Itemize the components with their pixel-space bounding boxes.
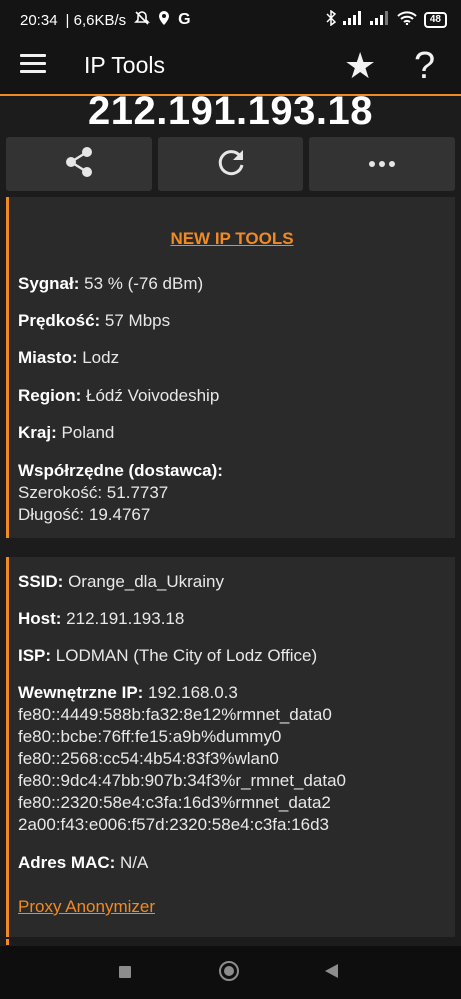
app-title: IP Tools: [84, 52, 165, 78]
city-value: Lodz: [77, 348, 120, 367]
signal-row: Sygnał: 53 % (-76 dBm): [18, 273, 203, 295]
country-label: Kraj:: [18, 423, 57, 442]
status-bar: 20:34 | 6,6KB/s G 48: [0, 0, 461, 38]
network-info-card: SSID: Orange_dla_Ukrainy Host: 212.191.1…: [6, 557, 455, 937]
region-label: Region:: [18, 386, 82, 405]
isp-label: ISP:: [18, 646, 52, 665]
signal-label: Sygnał:: [18, 274, 80, 293]
menu-icon[interactable]: [20, 54, 46, 78]
country-row: Kraj: Poland: [18, 422, 114, 444]
isp-value: LODMAN (The City of Lodz Office): [51, 646, 318, 665]
recents-icon[interactable]: [119, 966, 131, 978]
more-icon: [368, 155, 396, 173]
ssid-value: Orange_dla_Ukrainy: [63, 572, 224, 591]
speed-row: Prędkość: 57 Mbps: [18, 310, 170, 332]
network-speed: | 6,6KB/s: [65, 11, 127, 29]
google-icon: G: [178, 11, 191, 28]
share-icon: [64, 146, 94, 183]
clock: 20:34: [20, 11, 58, 29]
region-value: Łódź Voivodeship: [81, 386, 220, 405]
proxy-anonymizer-link[interactable]: Proxy Anonymizer: [18, 897, 155, 917]
internal-ip-label: Wewnętrzne IP:: [18, 683, 144, 702]
host-value: 212.191.193.18: [61, 609, 185, 628]
ipv6-address: 2a00:f43:e006:f57d:2320:58e4:c3fa:16d3: [18, 815, 330, 834]
coordinates-label: Współrzędne (dostawca):: [18, 460, 223, 482]
signal-value: 53 % (-76 dBm): [79, 274, 204, 293]
host-row: Host: 212.191.193.18: [18, 608, 184, 630]
mac-label: Adres MAC:: [18, 853, 116, 872]
mac-value: N/A: [115, 853, 149, 872]
home-icon[interactable]: [219, 961, 239, 981]
battery-icon: 48: [423, 12, 447, 28]
next-card-edge: [6, 939, 9, 945]
ssid-row: SSID: Orange_dla_Ukrainy: [18, 571, 224, 593]
city-label: Miasto:: [18, 348, 78, 367]
region-row: Region: Łódź Voivodeship: [18, 385, 219, 407]
ipv6-address: fe80::bcbe:76ff:fe15:a9b%dummy0: [18, 727, 282, 746]
help-icon[interactable]: ?: [414, 44, 435, 88]
public-ip-address: 212.191.193.18: [87, 89, 374, 133]
ipv6-address: fe80::2568:cc54:4b54:83f3%wlan0: [18, 749, 279, 768]
speed-label: Prędkość:: [18, 311, 101, 330]
app-bar: IP Tools ★ ?: [0, 38, 461, 96]
country-value: Poland: [56, 423, 115, 442]
signal-icon: [342, 11, 363, 29]
isp-row: ISP: LODMAN (The City of Lodz Office): [18, 645, 317, 667]
latitude-value: Szerokość: 51.7737: [18, 483, 169, 502]
internal-ip-row: Wewnętrzne IP: 192.168.0.3: [18, 682, 238, 704]
star-icon[interactable]: ★: [344, 46, 376, 86]
wifi-icon: [397, 11, 417, 29]
more-button[interactable]: [309, 137, 455, 191]
ipv6-address: fe80::4449:588b:fa32:8e12%rmnet_data0: [18, 705, 332, 724]
ipv6-address: fe80::9dc4:47bb:907b:34f3%r_rmnet_data0: [18, 771, 346, 790]
internal-ip-value: 192.168.0.3: [143, 683, 238, 702]
bluetooth-icon: [326, 9, 337, 30]
refresh-button[interactable]: [158, 137, 303, 191]
location-icon: [158, 10, 170, 30]
back-icon[interactable]: [325, 964, 338, 978]
speed-value: 57 Mbps: [100, 311, 171, 330]
refresh-icon: [216, 147, 246, 182]
mute-icon: [134, 10, 151, 30]
host-label: Host:: [18, 609, 62, 628]
ssid-label: SSID:: [18, 572, 64, 591]
longitude-value: Długość: 19.4767: [18, 505, 151, 524]
share-button[interactable]: [6, 137, 152, 191]
mac-row: Adres MAC: N/A: [18, 852, 148, 874]
signal-icon: [369, 11, 390, 29]
system-nav-bar: [0, 946, 461, 999]
city-row: Miasto: Lodz: [18, 347, 119, 369]
ipv6-address: fe80::2320:58e4:c3fa:16d3%rmnet_data2: [18, 793, 331, 812]
coordinates-heading: Współrzędne (dostawca):: [18, 461, 223, 480]
location-info-card: NEW IP TOOLS Sygnał: 53 % (-76 dBm) Pręd…: [6, 197, 455, 538]
new-ip-tools-link[interactable]: NEW IP TOOLS: [9, 229, 455, 249]
